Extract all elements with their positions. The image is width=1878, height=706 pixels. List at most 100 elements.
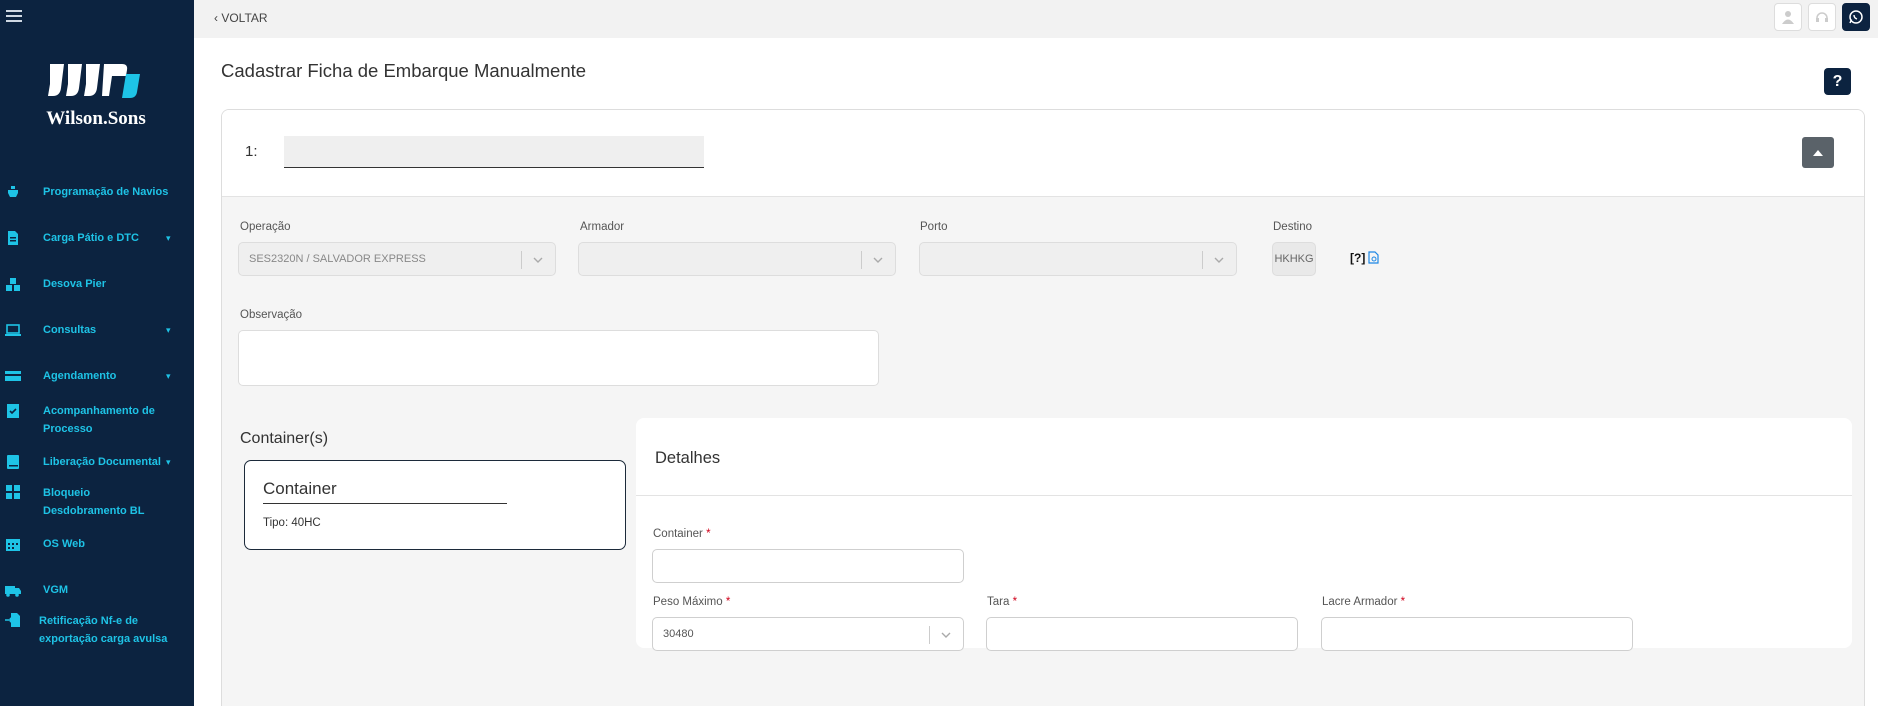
support-button[interactable] [1808, 3, 1836, 31]
sidebar-item-label: Acompanhamento de Processo [43, 405, 155, 435]
container-field-label: Container * [653, 528, 711, 540]
details-panel: Detalhes Container * Peso Máximo * 30480… [636, 418, 1852, 651]
whatsapp-icon [1849, 10, 1863, 24]
sidebar-item-label: Programação de Navios [43, 186, 169, 198]
lacre-field-label: Lacre Armador * [1322, 596, 1405, 608]
sidebar-item-consultas[interactable]: Consultas ▾ [0, 320, 194, 340]
collapse-button[interactable] [1802, 137, 1834, 168]
truck-icon [5, 586, 21, 597]
sidebar-item-retificacao-nfe[interactable]: Retificação Nf-e de exportação carga avu… [0, 613, 194, 650]
details-header: Detalhes [636, 418, 1852, 496]
sidebar-item-acompanhamento[interactable]: Acompanhamento de Processo [0, 404, 194, 440]
back-label: VOLTAR [221, 11, 268, 25]
tara-label-text: Tara [987, 596, 1010, 608]
chevron-down-icon: ▾ [166, 370, 171, 381]
required-mark: * [725, 596, 731, 608]
porto-select[interactable] [919, 242, 1237, 276]
card-body: Operação SES2320N / SALVADOR EXPRESS Arm… [222, 197, 1864, 706]
clipboard-check-icon [7, 404, 19, 418]
peso-label-text: Peso Máximo [653, 596, 723, 608]
chevron-down-icon: ▾ [166, 232, 171, 243]
chevron-down-icon [941, 632, 951, 638]
operacao-value: SES2320N / SALVADOR EXPRESS [249, 253, 426, 265]
sidebar-item-carga-patio[interactable]: Carga Pátio e DTC ▾ [0, 228, 194, 248]
help-button[interactable]: ? [1824, 68, 1851, 95]
destino-label: Destino [1273, 221, 1312, 233]
chevron-down-icon: ▾ [166, 456, 171, 467]
sidebar-item-vgm[interactable]: VGM [0, 580, 194, 600]
sidebar-item-programacao-navios[interactable]: Programação de Navios [0, 182, 194, 202]
sidebar-item-label: OS Web [43, 538, 85, 550]
tara-field-label: Tara * [987, 596, 1017, 608]
sidebar-item-label: Carga Pátio e DTC [43, 232, 139, 244]
chevron-down-icon [533, 257, 543, 263]
user-icon [1782, 11, 1794, 24]
armador-label: Armador [580, 221, 625, 233]
sidebar-item-label: Bloqueio Desdobramento BL [43, 487, 145, 517]
file-import-icon [5, 613, 20, 627]
document-icon [8, 231, 18, 245]
tara-input[interactable] [986, 617, 1298, 651]
container-card-underline [263, 503, 507, 504]
menu-icon[interactable] [6, 10, 22, 24]
sidebar-item-label: Consultas [43, 324, 97, 336]
sidebar-item-label: Desova Pier [43, 278, 106, 290]
user-button[interactable] [1774, 3, 1802, 31]
select-separator [861, 251, 862, 269]
back-button[interactable]: ‹ VOLTAR [214, 11, 268, 25]
card-number-input[interactable] [284, 136, 704, 168]
required-mark: * [706, 528, 711, 540]
caret-up-icon [1813, 149, 1823, 156]
sidebar-item-os-web[interactable]: OS Web [0, 534, 194, 554]
container-label-text: Container [653, 528, 703, 540]
details-title: Detalhes [655, 449, 721, 467]
calendar-icon [6, 539, 20, 551]
grid-icon [6, 485, 20, 499]
destino-help-link[interactable]: [?] [1350, 251, 1365, 265]
chevron-down-icon: ▾ [166, 324, 171, 335]
sidebar-item-label: VGM [43, 584, 69, 596]
observacao-textarea[interactable] [238, 330, 879, 386]
select-separator [929, 626, 930, 644]
required-mark: * [1012, 596, 1018, 608]
page-title: Cadastrar Ficha de Embarque Manualmente [221, 60, 587, 81]
operacao-select[interactable]: SES2320N / SALVADOR EXPRESS [238, 242, 556, 276]
sidebar: Wilson.Sons Programação de Navios Carga … [0, 0, 194, 706]
porto-label: Porto [920, 221, 948, 233]
lacre-armador-input[interactable] [1321, 617, 1633, 651]
file-search-icon[interactable] [1368, 251, 1379, 264]
container-card-type: Tipo: 40HC [263, 517, 321, 529]
sidebar-item-label: Agendamento [43, 370, 117, 382]
sidebar-item-desova-pier[interactable]: Desova Pier [0, 274, 194, 294]
sidebar-item-label: Liberação Documental [43, 456, 161, 468]
book-icon [7, 455, 19, 469]
support-icon [1816, 12, 1828, 22]
chevron-down-icon [873, 257, 883, 263]
required-mark: * [1400, 596, 1406, 608]
container-card[interactable]: Container Tipo: 40HC [244, 460, 626, 550]
sidebar-item-bloqueio-desdobramento[interactable]: Bloqueio Desdobramento BL [0, 485, 194, 522]
observacao-label: Observação [240, 309, 303, 321]
laptop-icon [5, 324, 21, 336]
peso-maximo-select[interactable]: 30480 [652, 617, 964, 651]
boxes-icon [6, 278, 20, 291]
ship-icon [8, 186, 18, 197]
card-icon [5, 371, 21, 381]
peso-field-label: Peso Máximo * [653, 596, 730, 608]
card-header: 1: [222, 110, 1864, 197]
logo: Wilson.Sons [36, 60, 156, 130]
main-content: Cadastrar Ficha de Embarque Manualmente … [194, 38, 1878, 706]
armador-select[interactable] [578, 242, 896, 276]
container-input[interactable] [652, 549, 964, 583]
chevron-down-icon [1214, 257, 1224, 263]
lacre-label-text: Lacre Armador [1322, 596, 1398, 608]
operacao-label: Operação [240, 221, 291, 233]
card-number-label: 1: [245, 143, 258, 160]
whatsapp-button[interactable] [1842, 3, 1870, 31]
sidebar-item-label: Retificação Nf-e de exportação carga avu… [39, 615, 168, 645]
wilson-sons-logo-icon [48, 64, 140, 98]
sidebar-item-liberacao-documental[interactable]: Liberação Documental ▾ [0, 452, 194, 472]
topbar: ‹ VOLTAR [194, 0, 1878, 38]
container-card-title: Container [263, 479, 337, 498]
sidebar-item-agendamento[interactable]: Agendamento ▾ [0, 366, 194, 386]
